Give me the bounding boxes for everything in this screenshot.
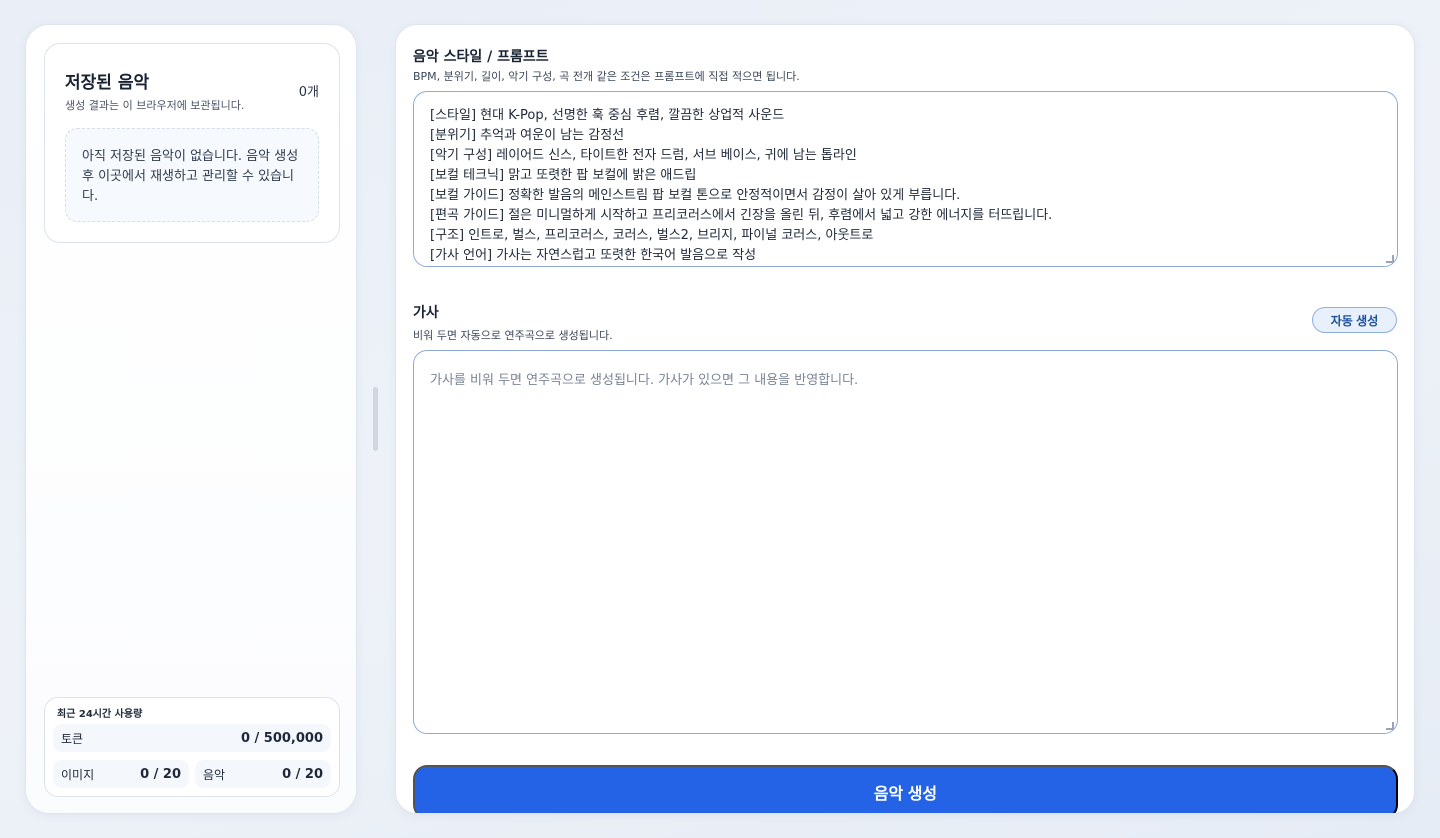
lyrics-textarea[interactable]: 가사를 비워 두면 연주곡으로 생성됩니다. 가사가 있으면 그 내용을 반영합… bbox=[413, 350, 1398, 734]
saved-music-card: 저장된 음악 0개 생성 결과는 이 브라우저에 보관됩니다. 아직 저장된 음… bbox=[44, 43, 340, 243]
app-page: 저장된 음악 0개 생성 결과는 이 브라우저에 보관됩니다. 아직 저장된 음… bbox=[0, 0, 1440, 838]
generate-music-button[interactable]: 음악 생성 bbox=[413, 765, 1398, 813]
resize-grip-icon[interactable] bbox=[1386, 255, 1394, 263]
auto-generate-button[interactable]: 자동 생성 bbox=[1312, 307, 1397, 333]
usage-tokens-label: 토큰 bbox=[61, 731, 84, 746]
prompt-line: [스타일] 현대 K-Pop, 선명한 훅 중심 후렴, 깔끔한 상업적 사운드 bbox=[430, 108, 785, 123]
prompt-line: [가사 언어] 가사는 자연스럽고 또렷한 한국어 발음으로 작성 bbox=[430, 248, 757, 263]
usage-image-row: 이미지 0 / 20 bbox=[53, 760, 189, 788]
prompt-line: [악기 구성] 레이어드 신스, 타이트한 전자 드럼, 서브 베이스, 귀에 … bbox=[430, 148, 857, 163]
resize-grip-icon[interactable] bbox=[1386, 722, 1394, 730]
saved-music-title: 저장된 음악 bbox=[65, 73, 150, 93]
saved-music-subtitle: 생성 결과는 이 브라우저에 보관됩니다. bbox=[65, 99, 245, 112]
panel-resize-handle[interactable] bbox=[373, 387, 378, 451]
saved-music-panel: 저장된 음악 0개 생성 결과는 이 브라우저에 보관됩니다. 아직 저장된 음… bbox=[25, 24, 357, 814]
lyrics-placeholder: 가사를 비워 두면 연주곡으로 생성됩니다. 가사가 있으면 그 내용을 반영합… bbox=[430, 373, 859, 388]
music-form-panel: 음악 스타일 / 프롬프트 BPM, 분위기, 길이, 악기 구성, 곡 전개 … bbox=[395, 24, 1415, 814]
prompt-help: BPM, 분위기, 길이, 악기 구성, 곡 전개 같은 조건은 프롬프트에 직… bbox=[413, 70, 800, 83]
prompt-line: [보컬 가이드] 정확한 발음의 메인스트림 팝 보컬 톤으로 안정적이면서 감… bbox=[430, 188, 961, 203]
empty-state-message: 아직 저장된 음악이 없습니다. 음악 생성 후 이곳에서 재생하고 관리할 수… bbox=[65, 128, 319, 222]
prompt-line: [구조] 인트로, 벌스, 프리코러스, 코러스, 벌스2, 브리지, 파이널 … bbox=[430, 228, 874, 243]
usage-image-label: 이미지 bbox=[61, 767, 95, 782]
usage-music-value: 0 / 20 bbox=[282, 766, 323, 782]
prompt-textarea[interactable]: [스타일] 현대 K-Pop, 선명한 훅 중심 후렴, 깔끔한 상업적 사운드… bbox=[413, 91, 1398, 267]
usage-title: 최근 24시간 사용량 bbox=[57, 709, 143, 720]
usage-tokens-row: 토큰 0 / 500,000 bbox=[53, 724, 331, 752]
saved-music-count: 0개 bbox=[298, 85, 319, 100]
prompt-line: [편곡 가이드] 절은 미니멀하게 시작하고 프리코러스에서 긴장을 올린 뒤,… bbox=[430, 208, 1053, 223]
prompt-label: 음악 스타일 / 프롬프트 bbox=[413, 49, 549, 65]
usage-music-row: 음악 0 / 20 bbox=[195, 760, 331, 788]
prompt-line: [보컬 테크닉] 맑고 또렷한 팝 보컬에 밝은 애드립 bbox=[430, 168, 697, 183]
usage-music-label: 음악 bbox=[203, 767, 226, 782]
lyrics-help: 비워 두면 자동으로 연주곡으로 생성됩니다. bbox=[413, 329, 613, 342]
usage-image-value: 0 / 20 bbox=[140, 766, 181, 782]
lyrics-label: 가사 bbox=[413, 305, 439, 321]
usage-tokens-value: 0 / 500,000 bbox=[240, 730, 323, 746]
prompt-line: [분위기] 추억과 여운이 남는 감정선 bbox=[430, 128, 625, 143]
usage-card: 최근 24시간 사용량 토큰 0 / 500,000 이미지 0 / 20 음악… bbox=[44, 697, 340, 797]
